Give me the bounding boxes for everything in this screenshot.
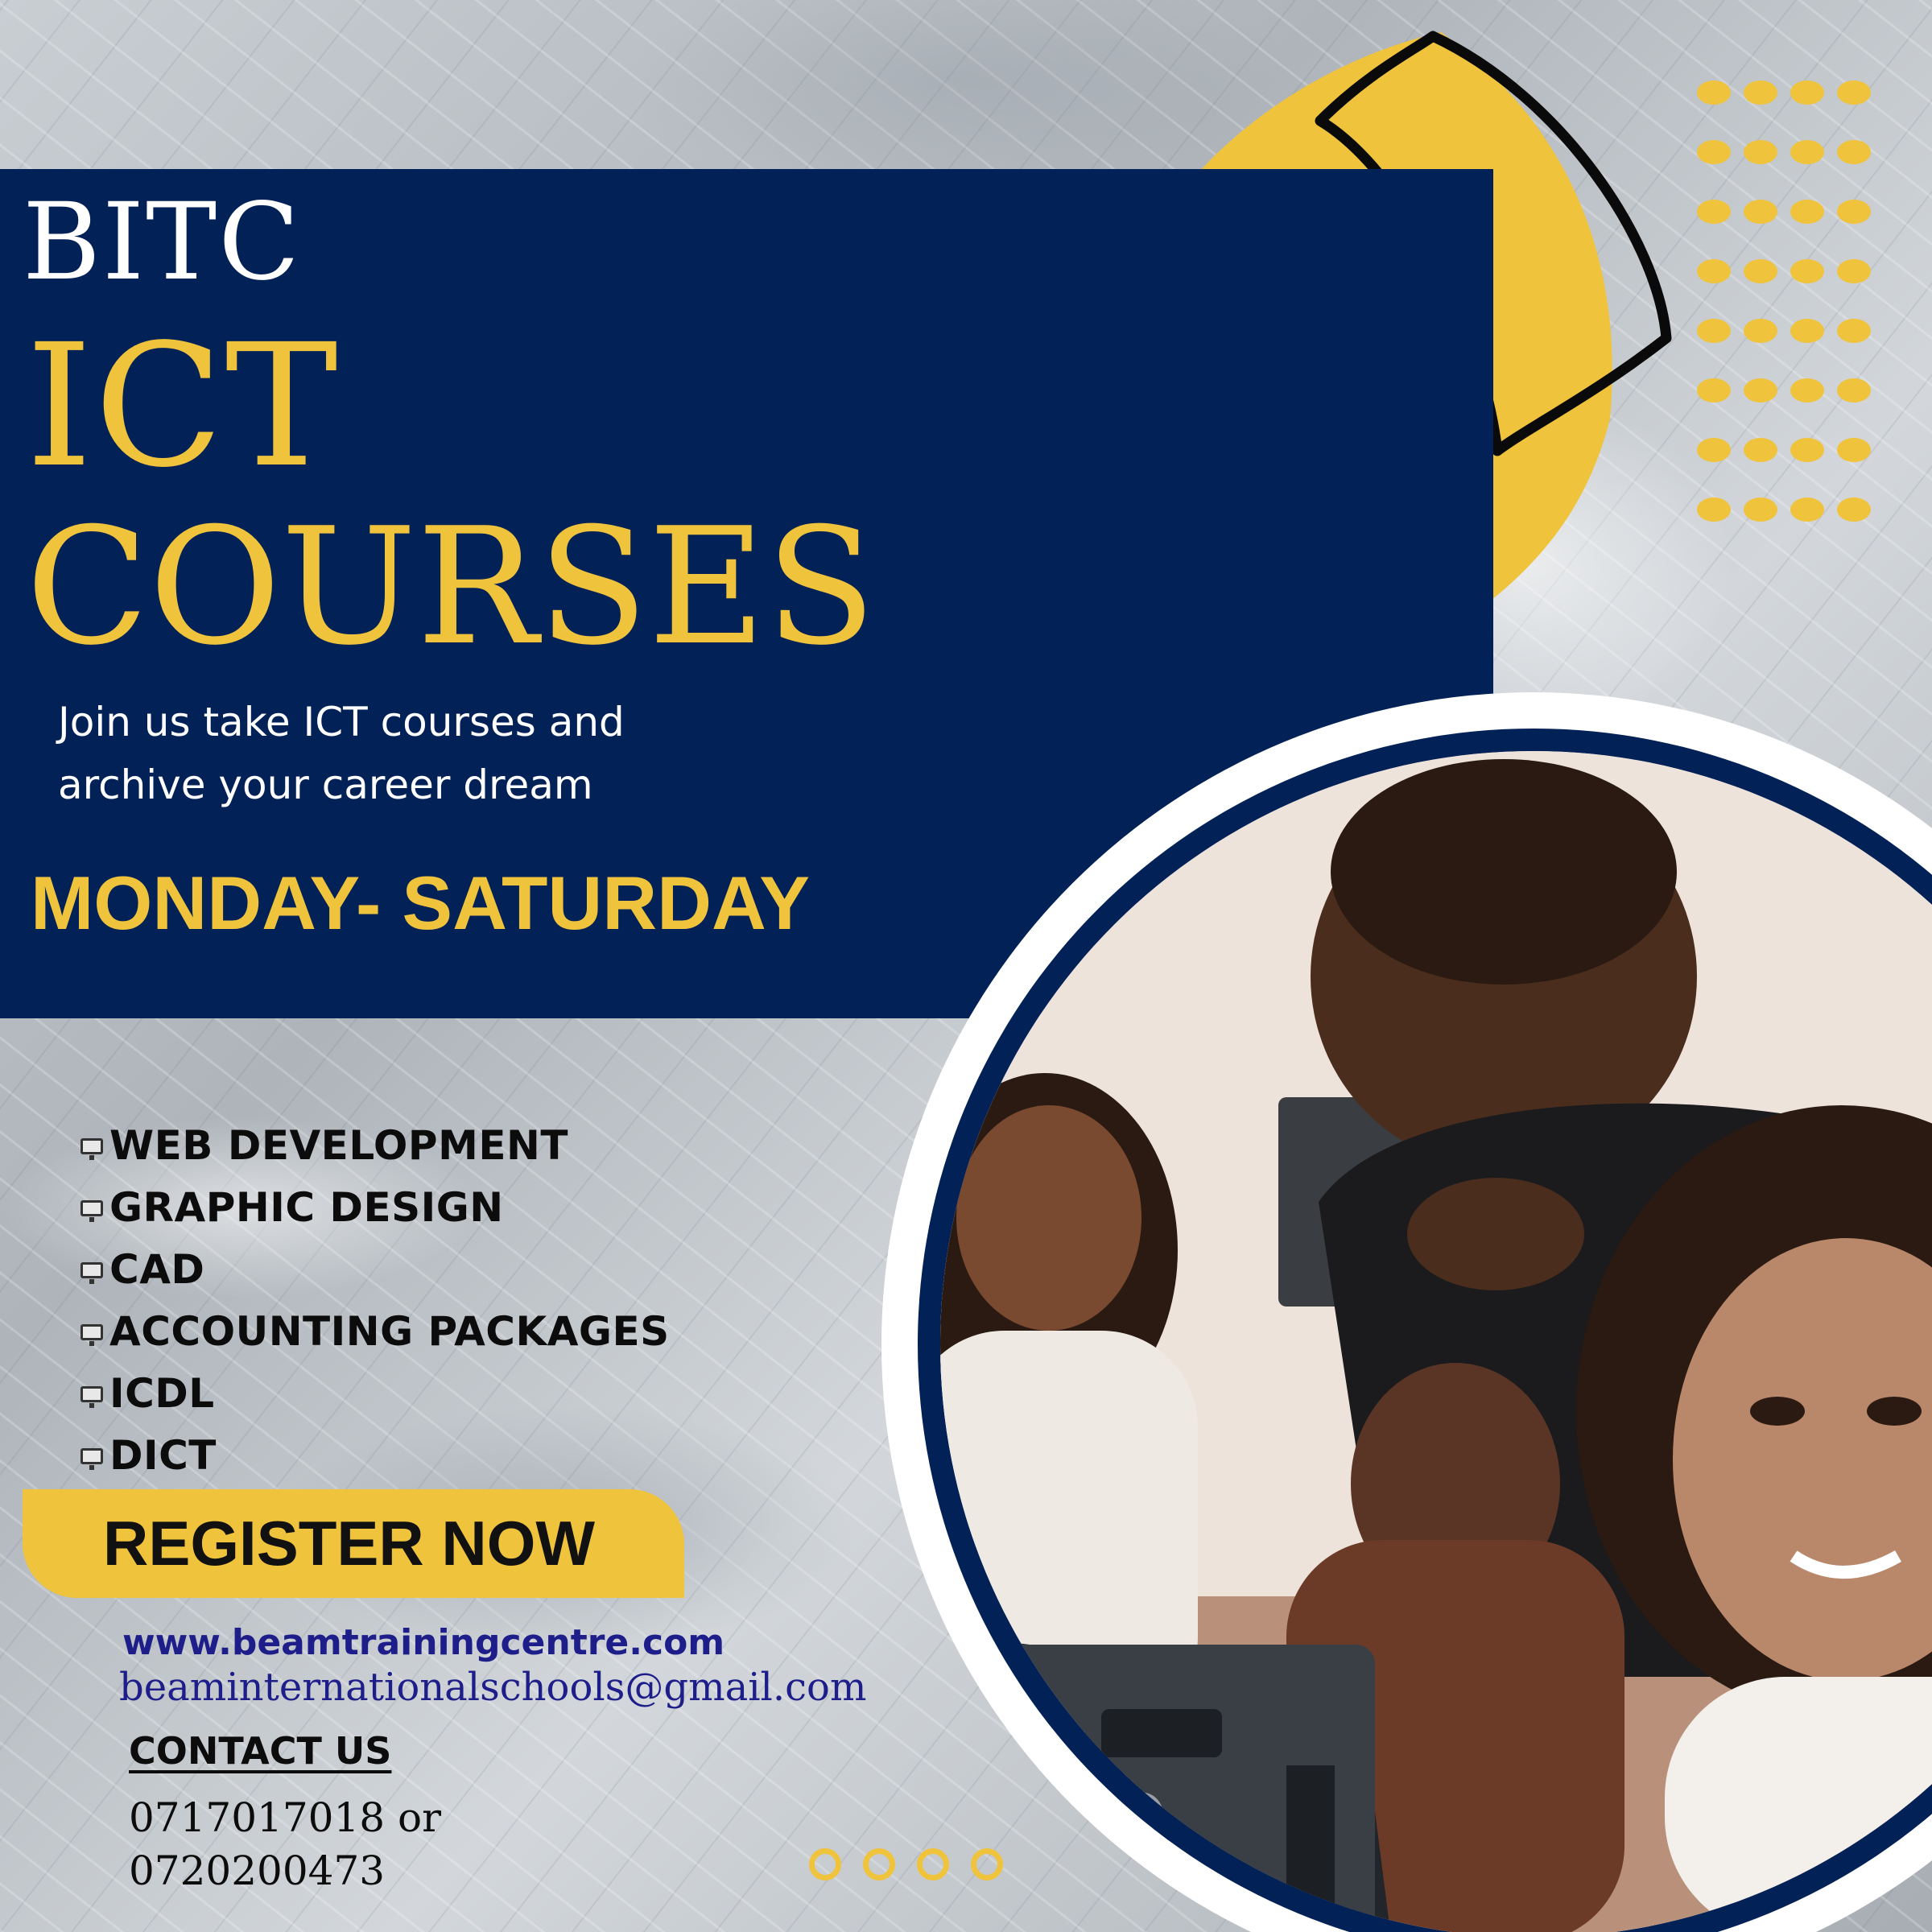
list-item: GRAPHIC DESIGN [80,1177,670,1239]
tagline-line-2: archive your career dream [58,762,593,808]
poster: BITC ICT COURSES Join us take ICT course… [0,0,1932,1932]
dot-icon [1697,200,1731,224]
ring-icon [917,1848,949,1880]
monitor-icon [80,1137,103,1160]
tagline-line-1: Join us take ICT courses and [58,699,625,745]
dot-icon [1837,319,1871,343]
dot-icon [1790,200,1824,224]
dot-icon [1744,140,1777,164]
list-item: CAD [80,1239,670,1301]
ring-icon [809,1848,841,1880]
dot-icon [1744,378,1777,402]
monitor-icon [80,1199,103,1222]
monitor-icon [80,1447,103,1470]
dot-icon [1697,259,1731,283]
dot-icon [1697,140,1731,164]
dot-icon [1837,200,1871,224]
monitor-icon [80,1261,103,1284]
dot-icon [1697,378,1731,402]
dot-icon [1837,259,1871,283]
ring-icon [863,1848,895,1880]
contact-heading: CONTACT US [129,1729,392,1773]
dot-icon [1837,140,1871,164]
dot-icon [1697,80,1731,105]
dot-icon [1744,200,1777,224]
dot-icon [1790,438,1824,462]
dot-icon [1744,259,1777,283]
phone-line-1: 0717017018 or [129,1794,442,1841]
dot-icon [1697,319,1731,343]
ring-icon [971,1848,1003,1880]
dot-icon [1837,80,1871,105]
dot-grid-decoration [1697,80,1884,522]
schedule-days: MONDAY- SATURDAY [31,861,810,945]
monitor-icon [80,1323,103,1346]
dot-icon [1697,438,1731,462]
dot-icon [1744,438,1777,462]
title-line-1: ICT [26,308,340,505]
list-item: WEB DEVELOPMENT [80,1115,670,1177]
dot-icon [1744,319,1777,343]
course-label: ICDL [109,1370,215,1417]
dot-icon [1744,80,1777,105]
dot-icon [1790,259,1824,283]
phone-numbers: 0717017018 or 0720200473 [129,1791,515,1897]
dot-icon [1790,140,1824,164]
brand-name: BITC [23,180,302,304]
monitor-icon [80,1385,103,1408]
course-label: WEB DEVELOPMENT [109,1122,568,1169]
dot-icon [1790,80,1824,105]
dot-icon [1837,378,1871,402]
tagline: Join us take ICT courses and archive you… [58,691,766,816]
course-list: WEB DEVELOPMENT GRAPHIC DESIGN CAD ACCOU… [80,1115,670,1487]
list-item: DICT [80,1425,670,1487]
list-item: ICDL [80,1363,670,1425]
register-now-button[interactable]: REGISTER NOW [23,1489,684,1598]
course-label: GRAPHIC DESIGN [109,1184,504,1231]
course-label: ACCOUNTING PACKAGES [109,1308,670,1355]
email-link[interactable]: beaminternationalschools@gmail.com [119,1665,866,1710]
dot-icon [1697,497,1731,522]
dot-icon [1790,319,1824,343]
website-link[interactable]: www.beamtrainingcentre.com [122,1622,724,1663]
dot-icon [1744,497,1777,522]
dot-icon [1790,497,1824,522]
phone-line-2: 0720200473 [129,1847,386,1894]
course-label: DICT [109,1432,217,1479]
title-line-2: COURSES [26,493,877,681]
course-label: CAD [109,1246,205,1293]
ring-dots-decoration [809,1848,1003,1880]
dot-icon [1837,438,1871,462]
dot-icon [1837,497,1871,522]
list-item: ACCOUNTING PACKAGES [80,1301,670,1363]
dot-icon [1790,378,1824,402]
